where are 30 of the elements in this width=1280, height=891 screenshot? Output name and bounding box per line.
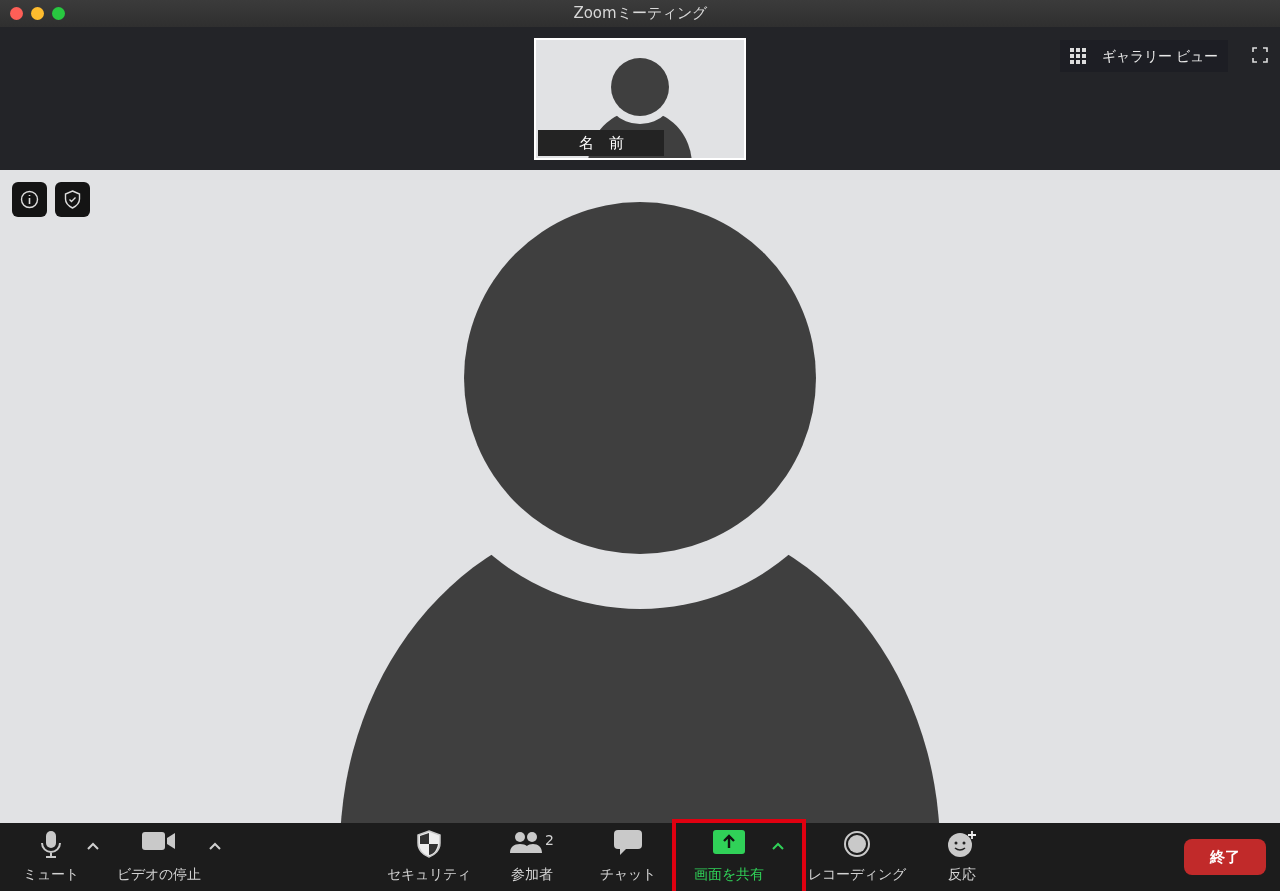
end-meeting-button[interactable]: 終了 bbox=[1184, 839, 1266, 875]
video-button[interactable]: ビデオの停止 bbox=[117, 829, 201, 885]
security-button[interactable]: セキュリティ bbox=[387, 829, 471, 885]
caret-icon[interactable] bbox=[772, 842, 784, 850]
video-camera-icon bbox=[142, 829, 176, 852]
record-button[interactable]: レコーディング bbox=[808, 829, 906, 885]
chat-button[interactable]: チャット bbox=[600, 829, 656, 885]
share-button[interactable]: 画面を共有 bbox=[694, 829, 764, 885]
reaction-button[interactable]: 反応 bbox=[947, 829, 977, 885]
close-window-button[interactable] bbox=[10, 7, 23, 20]
mic-button[interactable]: ミュート bbox=[23, 829, 79, 885]
microphone-icon bbox=[39, 829, 63, 858]
minimize-window-button[interactable] bbox=[31, 7, 44, 20]
participant-name: 名 前 bbox=[538, 130, 664, 156]
participant-count: 2 bbox=[545, 830, 554, 850]
record-icon bbox=[843, 829, 871, 858]
fullscreen-icon[interactable] bbox=[1252, 47, 1268, 63]
people-icon bbox=[510, 829, 543, 854]
maximize-window-button[interactable] bbox=[52, 7, 65, 20]
gallery-view-button[interactable]: ギャラリー ビュー bbox=[1059, 40, 1228, 72]
shield-icon bbox=[416, 829, 442, 858]
info-icon[interactable] bbox=[12, 182, 47, 217]
speech-bubble-icon bbox=[614, 829, 642, 856]
shield-check-icon[interactable] bbox=[55, 182, 90, 217]
grid-icon bbox=[1069, 48, 1086, 64]
caret-icon[interactable] bbox=[87, 842, 99, 850]
smiley-plus-icon bbox=[947, 829, 977, 858]
caret-icon[interactable] bbox=[209, 842, 221, 850]
window-title: Zoomミーティング bbox=[573, 3, 707, 25]
participants-button[interactable]: 2 参加者 bbox=[510, 829, 554, 885]
